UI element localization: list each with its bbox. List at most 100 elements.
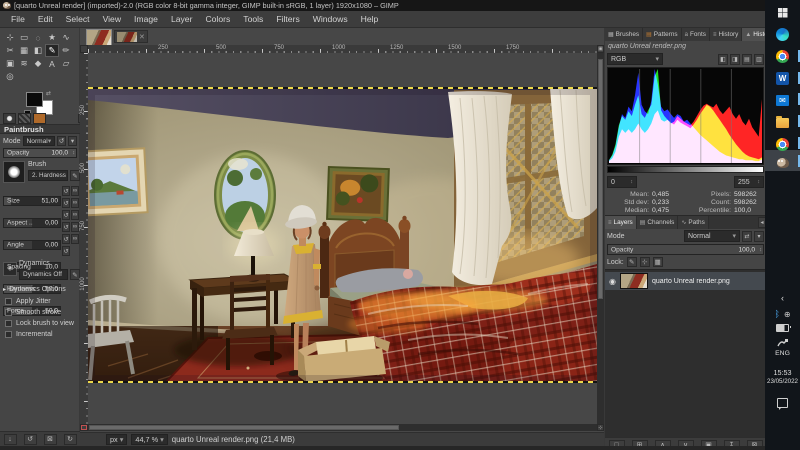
- ruler-corner-button[interactable]: [80, 45, 88, 53]
- transform-tool-icon[interactable]: ▦: [17, 44, 31, 57]
- menu-colors[interactable]: Colors: [199, 12, 236, 26]
- size-slider[interactable]: Size51,00: [3, 196, 61, 206]
- paintbrush-tool-icon[interactable]: ✎: [45, 44, 59, 57]
- clock-time[interactable]: 15:53: [765, 368, 800, 377]
- delete-preset-icon[interactable]: ⊠: [44, 434, 57, 445]
- angle-slider[interactable]: Angle0,00: [3, 240, 61, 250]
- brush-preview-icon[interactable]: [3, 113, 16, 124]
- move-tool-icon[interactable]: ⊹: [3, 31, 17, 44]
- mail-app-icon[interactable]: ✉: [774, 92, 791, 109]
- image-tab-2[interactable]: ✕: [114, 30, 148, 43]
- tab-channels[interactable]: ▤Channels: [637, 216, 679, 229]
- range-low-spinner[interactable]: 0↕: [607, 176, 637, 188]
- vertical-scrollbar[interactable]: [597, 53, 604, 424]
- start-button[interactable]: [774, 4, 791, 21]
- battery-tray-item[interactable]: [765, 324, 800, 332]
- opacity-slider[interactable]: Opacity 100,0 ↕: [3, 148, 77, 158]
- horizontal-scrollbar[interactable]: [88, 424, 597, 431]
- incremental-checkbox[interactable]: Incremental: [5, 331, 53, 338]
- image-tab-active[interactable]: [86, 29, 112, 46]
- gradient-preview-icon[interactable]: [33, 113, 46, 124]
- swap-colors-icon[interactable]: ⇄: [46, 90, 51, 97]
- menu-windows[interactable]: Windows: [307, 12, 354, 26]
- restore-preset-icon[interactable]: ↺: [24, 434, 37, 445]
- file-explorer-app-icon[interactable]: [774, 114, 791, 131]
- menu-layer[interactable]: Layer: [165, 12, 199, 26]
- layer-mode-select[interactable]: Normal▾: [684, 230, 740, 242]
- text-tool-icon[interactable]: A: [45, 57, 59, 70]
- histogram-style-b-icon[interactable]: ▥: [754, 54, 764, 65]
- menu-file[interactable]: File: [5, 12, 31, 26]
- aspect-ratio-slider[interactable]: Aspect ..0,00: [3, 218, 61, 228]
- menu-filters[interactable]: Filters: [270, 12, 305, 26]
- tab-layers[interactable]: ≡Layers: [605, 216, 637, 229]
- brush-thumbnail[interactable]: [3, 161, 25, 183]
- force-reset-icon[interactable]: ↺: [62, 246, 70, 256]
- bucket-fill-tool-icon[interactable]: ◧: [31, 44, 45, 57]
- tray-expand-chevron-icon[interactable]: ‹: [765, 293, 800, 303]
- notification-center-button[interactable]: [765, 398, 800, 408]
- paint-mode-select[interactable]: Normal▾: [23, 136, 56, 146]
- histogram-style-a-icon[interactable]: ▤: [742, 54, 752, 65]
- tab-fonts[interactable]: aFonts: [682, 28, 710, 41]
- eraser-tool-icon[interactable]: ▱: [59, 57, 73, 70]
- menu-view[interactable]: View: [97, 12, 127, 26]
- histogram-linear-icon[interactable]: ◧: [718, 54, 728, 65]
- edge-app-icon[interactable]: [774, 26, 791, 43]
- menu-image[interactable]: Image: [128, 12, 164, 26]
- gimp-app-icon[interactable]: [774, 154, 791, 171]
- angle-link-icon[interactable]: ∞: [71, 210, 79, 220]
- menu-tools[interactable]: Tools: [237, 12, 269, 26]
- size-reset-icon[interactable]: ↺: [62, 186, 70, 196]
- range-high-spinner[interactable]: 255↕: [734, 176, 764, 188]
- rectangle-select-tool-icon[interactable]: ▭: [17, 31, 31, 44]
- crop-tool-icon[interactable]: ✂: [3, 44, 17, 57]
- word-app-icon[interactable]: W: [774, 70, 791, 87]
- tab-brushes[interactable]: ▦Brushes: [605, 28, 643, 41]
- histogram-log-icon[interactable]: ◨: [730, 54, 740, 65]
- tab-history[interactable]: ≡History: [710, 28, 742, 41]
- hardness-link-icon[interactable]: ∞: [71, 234, 79, 244]
- chrome-app-icon[interactable]: [774, 48, 791, 65]
- zoom-tool-icon[interactable]: ◎: [3, 70, 17, 83]
- pattern-preview-icon[interactable]: [18, 113, 31, 124]
- vertical-ruler[interactable]: 250 500 750 1000: [80, 53, 88, 424]
- mode-reset-icon[interactable]: ↺: [57, 136, 66, 146]
- dynamics-field[interactable]: Dynamics Off: [19, 269, 68, 280]
- horizontal-ruler[interactable]: 250 500 750 1000 1250 1500 1750: [88, 45, 597, 53]
- lock-position-icon[interactable]: ⊹: [640, 257, 650, 267]
- settings-gear-icon[interactable]: ⊕: [784, 310, 791, 319]
- foreground-color-swatch[interactable]: [26, 92, 43, 107]
- menu-edit[interactable]: Edit: [32, 12, 59, 26]
- menu-select[interactable]: Select: [60, 12, 96, 26]
- lock-pixels-icon[interactable]: ✎: [627, 257, 637, 267]
- zoom-select[interactable]: 44,7 %▾: [131, 434, 167, 445]
- language-indicator[interactable]: ENG: [765, 350, 800, 357]
- bluetooth-icon[interactable]: ᛒ: [774, 309, 779, 319]
- angle-reset-icon[interactable]: ↺: [62, 210, 70, 220]
- lock-brush-checkbox[interactable]: Lock brush to view: [5, 320, 74, 327]
- fuzzy-select-tool-icon[interactable]: ★: [45, 31, 59, 44]
- apply-jitter-checkbox[interactable]: Apply Jitter: [5, 298, 51, 305]
- tab-paths[interactable]: ∿Paths: [678, 216, 708, 229]
- brush-name-field[interactable]: 2. Hardness 050: [28, 170, 68, 181]
- save-preset-icon[interactable]: ↓: [4, 434, 17, 445]
- reset-tool-icon[interactable]: ↻: [64, 434, 77, 445]
- layer-opacity-slider[interactable]: Opacity 100,0 ↕: [607, 244, 764, 255]
- browser2-app-icon[interactable]: [774, 136, 791, 153]
- tab-patterns[interactable]: ▤Patterns: [643, 28, 681, 41]
- dynamics-edit-icon[interactable]: ✎: [70, 269, 80, 280]
- network-tray-item[interactable]: [765, 338, 800, 348]
- spacing-reset-icon[interactable]: ↺: [62, 222, 70, 232]
- navigation-button[interactable]: ⊹: [597, 424, 604, 431]
- aspect-reset-icon[interactable]: ↺: [62, 198, 70, 208]
- free-select-tool-icon[interactable]: ◌: [31, 31, 45, 44]
- clock-date[interactable]: 23/05/2022: [765, 378, 800, 385]
- size-link-icon[interactable]: ∞: [71, 186, 79, 196]
- unit-select[interactable]: px▾: [106, 434, 127, 445]
- lock-alpha-icon[interactable]: ▦: [653, 257, 663, 267]
- canvas-image[interactable]: [88, 88, 597, 382]
- quick-mask-toggle[interactable]: [80, 424, 88, 431]
- mode-group-icon[interactable]: ▾: [754, 231, 764, 242]
- spacing-link-icon[interactable]: ∞: [71, 222, 79, 232]
